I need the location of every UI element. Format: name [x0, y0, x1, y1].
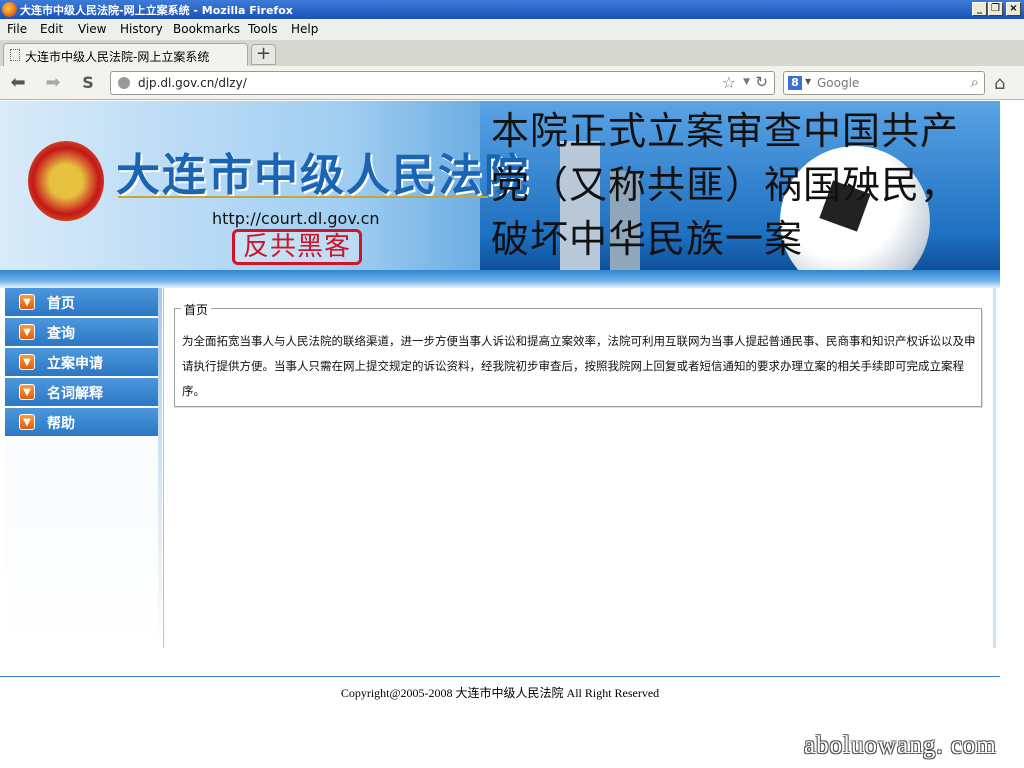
back-icon[interactable]: ⬅ [7, 72, 29, 94]
close-button[interactable]: × [1006, 2, 1021, 16]
menu-tools[interactable]: Tools [248, 22, 278, 36]
side-navigation: ▼ 首页 ▼ 查询 ▼ 立案申请 ▼ 名词解释 ▼ 帮助 [5, 288, 162, 648]
search-bar[interactable]: 8 ▼ Google ⌕ [783, 71, 985, 95]
sidebar-item-query[interactable]: ▼ 查询 [5, 318, 158, 348]
footer-divider [0, 676, 1000, 677]
minimize-button[interactable]: _ [972, 2, 987, 16]
reload-icon[interactable]: ↻ [755, 73, 768, 91]
history-dropdown-icon[interactable]: ▼ [743, 77, 750, 87]
new-tab-button[interactable]: + [251, 44, 276, 65]
google-icon[interactable]: 8 [788, 76, 802, 90]
sidebar-item-home[interactable]: ▼ 首页 [5, 288, 158, 318]
search-engine-dropdown-icon[interactable]: ▼ [805, 77, 811, 86]
bookmark-star-icon[interactable]: ☆ [722, 73, 736, 92]
window-title-bar: 大连市中级人民法院-网上立案系统 - Mozilla Firefox _ ❐ × [0, 0, 1024, 19]
court-emblem-icon [28, 141, 104, 221]
chevron-down-icon: ▼ [19, 324, 35, 340]
panel-title: 首页 [181, 301, 212, 318]
banner-site-url: http://court.dl.gov.cn [212, 209, 380, 228]
stop-icon[interactable]: S [77, 72, 99, 94]
sidebar-shadow [158, 288, 162, 648]
chevron-down-icon: ▼ [19, 294, 35, 310]
restore-button[interactable]: ❐ [988, 2, 1003, 16]
banner-bottom-strip [0, 270, 1000, 288]
forward-icon[interactable]: ➡ [42, 72, 64, 94]
page-icon [10, 49, 20, 61]
menu-file[interactable]: File [7, 22, 27, 36]
sidebar-item-label: 帮助 [47, 416, 75, 432]
sidebar-item-glossary[interactable]: ▼ 名词解释 [5, 378, 158, 408]
menu-edit[interactable]: Edit [40, 22, 63, 36]
intro-paragraph: 为全面拓宽当事人与人民法院的联络渠道，进一步方便当事人诉讼和提高立案效率，法院可… [182, 334, 976, 398]
sidebar-item-label: 名词解释 [47, 386, 103, 402]
hacker-stamp: 反共黑客 [232, 229, 362, 265]
sidebar-item-filing-application[interactable]: ▼ 立案申请 [5, 348, 158, 378]
menu-bookmarks[interactable]: Bookmarks [173, 22, 240, 36]
search-input[interactable]: Google [817, 76, 859, 90]
court-name-logo: 大连市中级人民法院 [116, 150, 530, 201]
main-content: 首页 为全面拓宽当事人与人民法院的联络渠道，进一步方便当事人诉讼和提高立案效率，… [163, 288, 996, 648]
chevron-down-icon: ▼ [19, 384, 35, 400]
menu-history[interactable]: History [120, 22, 163, 36]
window-title: 大连市中级人民法院-网上立案系统 - Mozilla Firefox [20, 4, 293, 17]
url-text[interactable]: djp.dl.gov.cn/dlzy/ [138, 76, 247, 90]
menu-view[interactable]: View [78, 22, 106, 36]
defacement-text: 本院正式立案审查中国共产党（又称共匪）祸国殃民，破坏中华民族一案 [491, 109, 960, 261]
sidebar-item-help[interactable]: ▼ 帮助 [5, 408, 158, 438]
menu-help[interactable]: Help [291, 22, 318, 36]
firefox-icon [2, 2, 17, 17]
sidebar-item-label: 查询 [47, 326, 75, 342]
menu-bar: File Edit View History Bookmarks Tools H… [0, 19, 1024, 40]
tab-current[interactable]: 大连市中级人民法院-网上立案系统 [3, 43, 248, 66]
content-panel: 首页 为全面拓宽当事人与人民法院的联络渠道，进一步方便当事人诉讼和提高立案效率，… [174, 301, 982, 407]
watermark: aboluowang. com [804, 732, 997, 759]
copyright-text: Copyright@2005-2008 大连市中级人民法院 All Right … [340, 686, 660, 700]
tab-bar: 大连市中级人民法院-网上立案系统 + [0, 40, 1024, 66]
sidebar-item-label: 立案申请 [47, 356, 103, 372]
address-bar[interactable]: djp.dl.gov.cn/dlzy/ ☆ ▼ ↻ [110, 71, 775, 95]
chevron-down-icon: ▼ [19, 354, 35, 370]
chevron-down-icon: ▼ [19, 414, 35, 430]
site-identity-icon[interactable] [118, 77, 130, 89]
search-icon[interactable]: ⌕ [971, 73, 979, 91]
home-icon[interactable]: ⌂ [994, 73, 1005, 94]
navigation-toolbar: ⬅ ➡ S djp.dl.gov.cn/dlzy/ ☆ ▼ ↻ 8 ▼ Goog… [0, 66, 1024, 100]
logo-underline [118, 196, 488, 198]
site-banner: 大连市中级人民法院 http://court.dl.gov.cn 反共黑客 本院… [0, 101, 1000, 270]
sidebar-item-label: 首页 [47, 296, 75, 312]
tab-label: 大连市中级人民法院-网上立案系统 [25, 50, 210, 64]
